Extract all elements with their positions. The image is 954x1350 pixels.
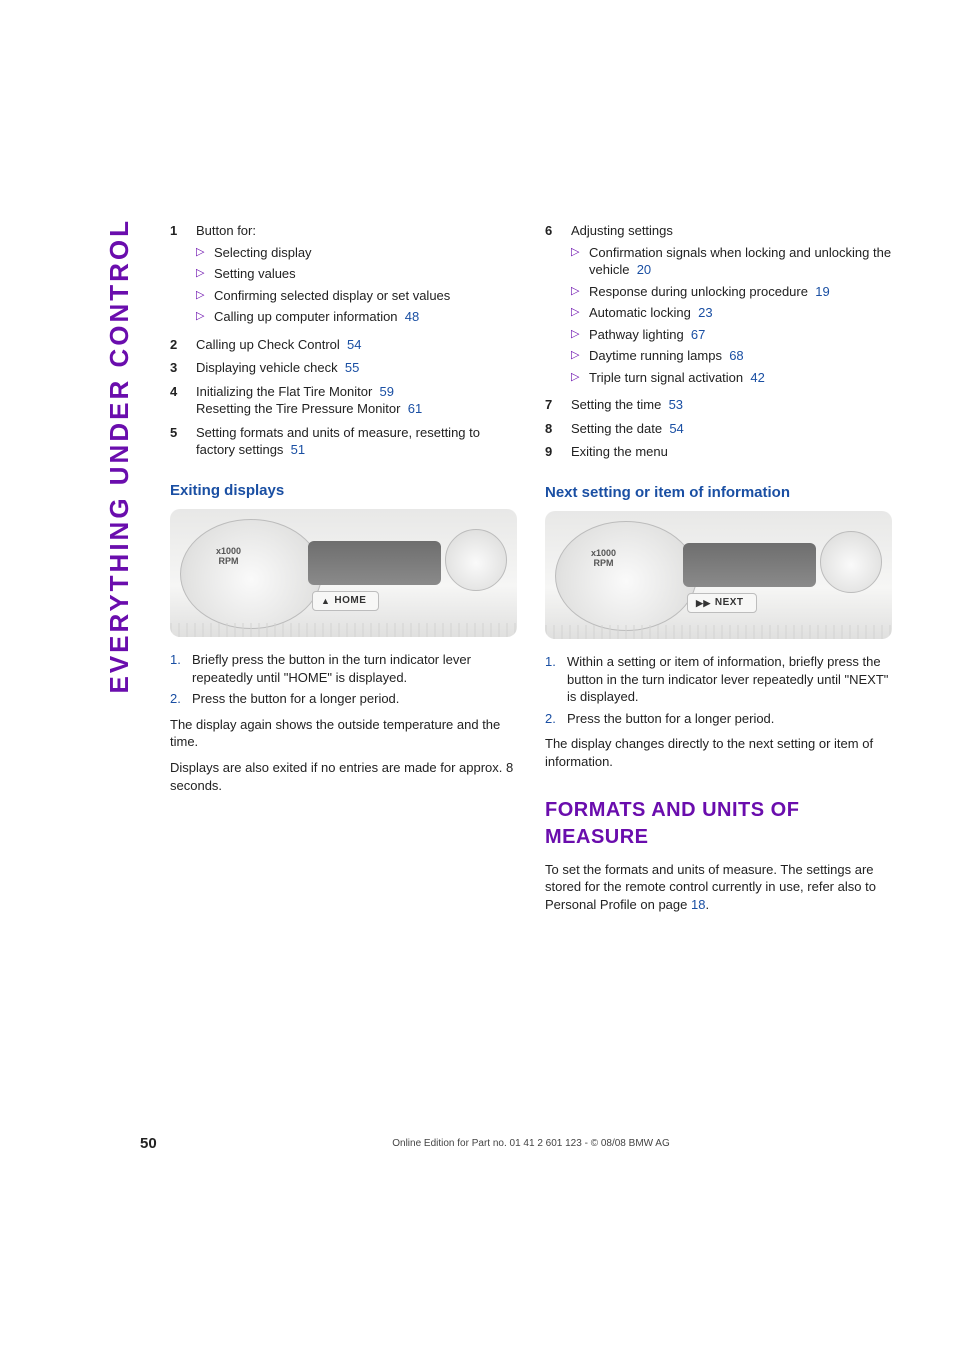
sub-item: Selecting display [196, 244, 517, 262]
page-ref[interactable]: 68 [729, 348, 743, 363]
sub-item: Confirming selected display or set value… [196, 287, 517, 305]
display-label-next: ▶▶ NEXT [687, 593, 757, 613]
page-ref[interactable]: 54 [669, 421, 683, 436]
step-num: 1. [170, 651, 192, 686]
step-num: 2. [170, 690, 192, 708]
up-icon: ▲ [321, 595, 330, 607]
left-numbered-list: 1 Button for: Selecting display Setting … [170, 222, 517, 459]
paragraph: The display again shows the outside temp… [170, 716, 517, 751]
page-ref[interactable]: 55 [345, 360, 359, 375]
page-ref[interactable]: 61 [408, 401, 422, 416]
step-num: 2. [545, 710, 567, 728]
page-ref[interactable]: 20 [637, 262, 651, 277]
page-ref[interactable]: 54 [347, 337, 361, 352]
subheading-next-setting: Next setting or item of information [545, 483, 892, 503]
section-heading-formats: Formats and units of measure [545, 797, 892, 851]
subheading-exiting-displays: Exiting displays [170, 481, 517, 501]
item-text: Adjusting settings [571, 223, 673, 238]
paragraph: Displays are also exited if no entries a… [170, 759, 517, 794]
sub-item: Automatic locking 23 [571, 304, 892, 322]
item-number: 9 [545, 443, 571, 461]
page-ref[interactable]: 48 [405, 309, 419, 324]
sub-item: Setting values [196, 265, 517, 283]
list-item: 3 Displaying vehicle check 55 [170, 359, 517, 377]
steps-list: 1.Within a setting or item of informatio… [545, 653, 892, 727]
sub-item: Confirmation signals when locking and un… [571, 244, 892, 279]
figure-home-display: x1000RPM ▲ HOME [170, 509, 517, 637]
item-number: 8 [545, 420, 571, 438]
list-item: 5 Setting formats and units of measure, … [170, 424, 517, 459]
list-item: 7 Setting the time 53 [545, 396, 892, 414]
page-ref[interactable]: 19 [815, 284, 829, 299]
item-number: 3 [170, 359, 196, 377]
page-footer: 50 Online Edition for Part no. 01 41 2 6… [0, 1134, 954, 1154]
list-item: 1 Button for: Selecting display Setting … [170, 222, 517, 330]
sub-item: Response during unlocking procedure 19 [571, 283, 892, 301]
sub-item: Triple turn signal activation 42 [571, 369, 892, 387]
page-ref[interactable]: 51 [291, 442, 305, 457]
item-number: 2 [170, 336, 196, 354]
item-number: 5 [170, 424, 196, 459]
steps-list: 1.Briefly press the button in the turn i… [170, 651, 517, 708]
step-text: Briefly press the button in the turn ind… [192, 651, 517, 686]
page-ref[interactable]: 67 [691, 327, 705, 342]
list-item: 9 Exiting the menu [545, 443, 892, 461]
paragraph: The display changes directly to the next… [545, 735, 892, 770]
item-number: 6 [545, 222, 571, 390]
right-numbered-list: 6 Adjusting settings Confirmation signal… [545, 222, 892, 461]
right-column: 6 Adjusting settings Confirmation signal… [545, 222, 892, 921]
list-item: 8 Setting the date 54 [545, 420, 892, 438]
page-number: 50 [140, 1134, 170, 1154]
page-ref[interactable]: 53 [669, 397, 683, 412]
left-column: 1 Button for: Selecting display Setting … [170, 222, 517, 921]
figure-next-display: x1000RPM ▶▶ NEXT [545, 511, 892, 639]
list-item: 4 Initializing the Flat Tire Monitor 59 … [170, 383, 517, 418]
sub-item: Daytime running lamps 68 [571, 347, 892, 365]
page-ref[interactable]: 59 [380, 384, 394, 399]
step-text: Press the button for a longer period. [567, 710, 892, 728]
item-text: Button for: [196, 223, 256, 238]
page-ref[interactable]: 18 [691, 897, 705, 912]
step-num: 1. [545, 653, 567, 706]
item-number: 4 [170, 383, 196, 418]
step-text: Within a setting or item of information,… [567, 653, 892, 706]
sub-item: Pathway lighting 67 [571, 326, 892, 344]
forward-icon: ▶▶ [696, 597, 711, 609]
page-ref[interactable]: 23 [698, 305, 712, 320]
paragraph: To set the formats and units of measure.… [545, 861, 892, 914]
sub-item: Calling up computer information 48 [196, 308, 517, 326]
footer-text: Online Edition for Part no. 01 41 2 601 … [170, 1137, 892, 1151]
item-number: 1 [170, 222, 196, 330]
step-text: Press the button for a longer period. [192, 690, 517, 708]
list-item: 6 Adjusting settings Confirmation signal… [545, 222, 892, 390]
item-number: 7 [545, 396, 571, 414]
list-item: 2 Calling up Check Control 54 [170, 336, 517, 354]
page-ref[interactable]: 42 [750, 370, 764, 385]
display-label-home: ▲ HOME [312, 591, 379, 611]
